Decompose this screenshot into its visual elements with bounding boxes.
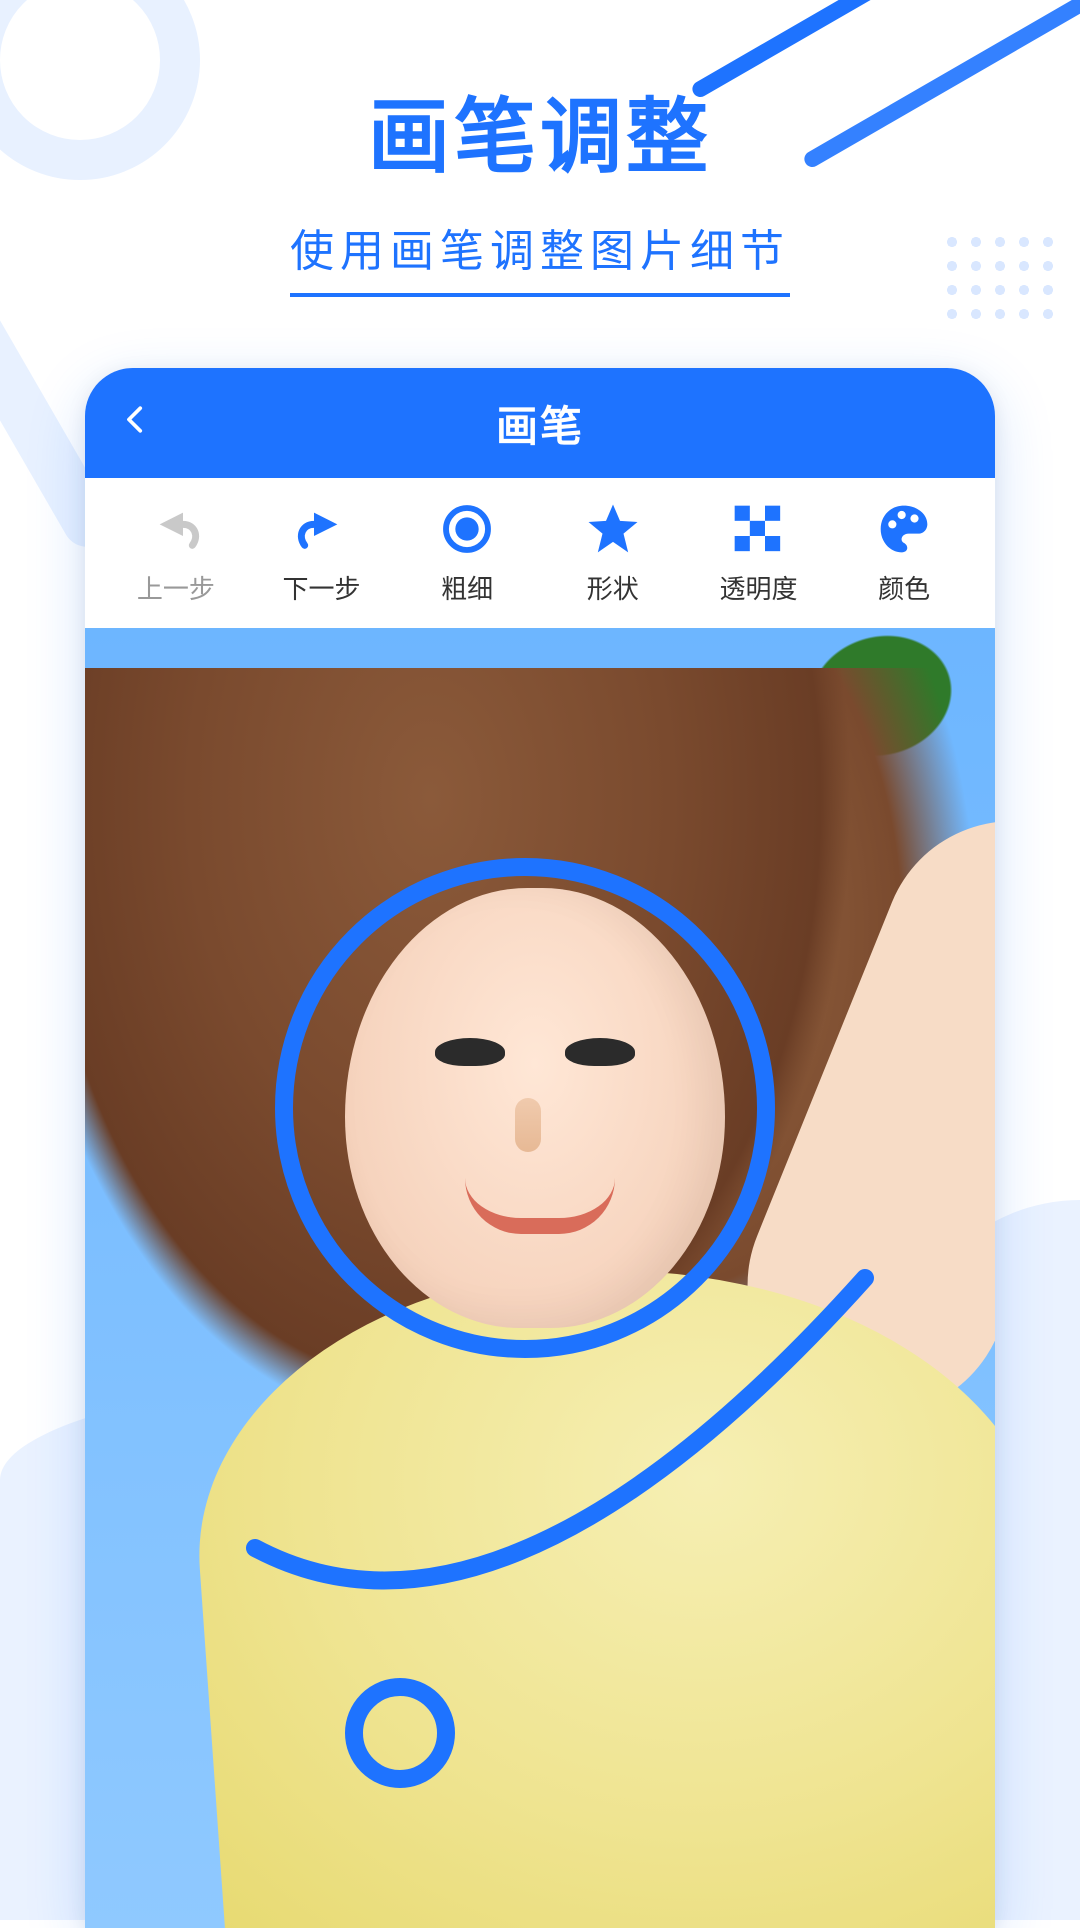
brush-stroke-small-circle	[345, 1678, 455, 1788]
tool-shape[interactable]: 形状	[548, 501, 678, 606]
phone-mockup: 画笔 上一步 下一步 粗细 形状	[85, 368, 995, 1928]
chevron-left-icon	[119, 403, 153, 437]
redo-icon	[293, 501, 349, 557]
tool-thickness[interactable]: 粗细	[402, 501, 532, 606]
hero: 画笔调整 使用画笔调整图片细节	[0, 0, 1080, 297]
toolbar: 上一步 下一步 粗细 形状	[85, 478, 995, 628]
hero-subtitle: 使用画笔调整图片细节	[290, 215, 790, 279]
tool-undo[interactable]: 上一步	[111, 501, 241, 606]
thickness-icon	[439, 501, 495, 557]
tool-label: 下一步	[282, 569, 360, 606]
hero-subtitle-underline: 使用画笔调整图片细节	[290, 215, 790, 297]
hero-title: 画笔调整	[0, 70, 1080, 189]
tool-redo[interactable]: 下一步	[256, 501, 386, 606]
brush-stroke-curve	[245, 1248, 885, 1668]
tool-color[interactable]: 颜色	[839, 501, 969, 606]
tool-label: 上一步	[137, 569, 215, 606]
shape-icon	[585, 501, 641, 557]
palette-icon	[876, 501, 932, 557]
back-button[interactable]	[119, 403, 153, 444]
appbar-title: 画笔	[496, 393, 584, 454]
appbar: 画笔	[85, 368, 995, 478]
tool-label: 粗细	[441, 569, 493, 606]
tool-label: 颜色	[878, 569, 930, 606]
opacity-icon	[730, 501, 786, 557]
tool-label: 形状	[587, 569, 639, 606]
undo-icon	[148, 501, 204, 557]
editor-canvas[interactable]	[85, 628, 995, 1928]
tool-opacity[interactable]: 透明度	[693, 501, 823, 606]
tool-label: 透明度	[719, 569, 797, 606]
